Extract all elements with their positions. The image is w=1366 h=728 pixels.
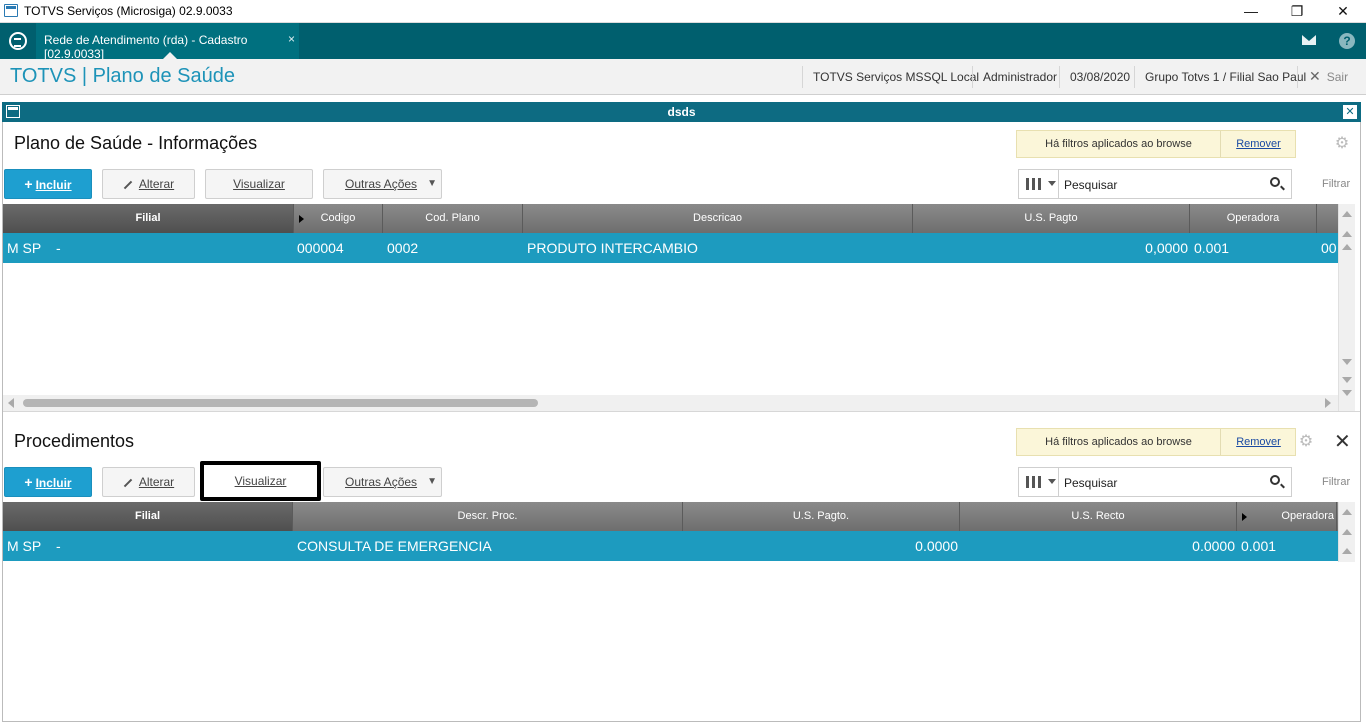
- header-divider: [1297, 66, 1298, 88]
- col-filial[interactable]: Filial: [3, 204, 294, 233]
- app-header: TOTVS | Plano de Saúde TOTVS Serviços MS…: [0, 59, 1366, 95]
- horizontal-scrollbar[interactable]: [3, 395, 1338, 411]
- cell-us-pagto: 0,0000: [1145, 240, 1188, 256]
- tab-close-icon[interactable]: ×: [288, 32, 295, 46]
- filtrar-link[interactable]: Filtrar: [1322, 178, 1350, 190]
- mail-button[interactable]: [1291, 23, 1327, 59]
- search-icon[interactable]: [1270, 177, 1280, 187]
- col-cod-plano[interactable]: Cod. Plano: [383, 204, 523, 233]
- incluir-button[interactable]: + Incluir: [4, 169, 92, 199]
- gear-icon[interactable]: ⚙: [1298, 434, 1314, 450]
- totvs-logo-icon[interactable]: [9, 32, 27, 50]
- filter-message: Há filtros aplicados ao browse: [1045, 138, 1192, 150]
- col-codigo[interactable]: Codigo: [294, 204, 383, 233]
- date-info: 03/08/2020: [1059, 66, 1130, 88]
- tab-rede-atendimento[interactable]: Rede de Atendimento (rda) - Cadastro [02…: [36, 23, 299, 61]
- col-filial-2[interactable]: Filial: [3, 502, 293, 531]
- cell-us-pagto-2: 0.0000: [915, 538, 958, 554]
- window-close-button[interactable]: ✕: [1320, 0, 1366, 23]
- company-info: Grupo Totvs 1 / Filial Sao Paul: [1134, 66, 1306, 88]
- help-icon: ?: [1339, 33, 1355, 49]
- filter-notice-2: Há filtros aplicados ao browse Remover: [1016, 428, 1296, 456]
- help-button[interactable]: ?: [1329, 23, 1365, 59]
- cell-operadora: 0.001: [1194, 240, 1230, 256]
- dialog-body: Plano de Saúde - Informações Há filtros …: [2, 122, 1361, 722]
- window-title: TOTVS Serviços (Microsiga) 02.9.0033: [24, 4, 233, 18]
- minimize-button[interactable]: —: [1228, 0, 1274, 23]
- restore-button[interactable]: ❐: [1274, 0, 1320, 23]
- pencil-icon: [123, 478, 133, 488]
- close-icon: ✕: [1309, 68, 1321, 84]
- outras-acoes-button-2[interactable]: Outras Ações ▼: [323, 467, 442, 497]
- app-window-icon: [4, 4, 18, 17]
- chevron-down-icon: ▼: [427, 178, 437, 189]
- search-box[interactable]: Pesquisar: [1018, 169, 1292, 199]
- search-box-2[interactable]: Pesquisar: [1018, 467, 1292, 497]
- cell-codigo: 000004: [297, 240, 344, 256]
- section-title-plano: Plano de Saúde - Informações: [14, 133, 258, 153]
- plus-icon: +: [24, 176, 33, 192]
- vertical-scrollbar[interactable]: [1338, 204, 1355, 411]
- cell-us-recto: 0.0000: [1192, 538, 1235, 554]
- filter-notice: Há filtros aplicados ao browse Remover: [1016, 130, 1296, 158]
- close-icon[interactable]: ✕: [1334, 432, 1351, 452]
- filter-remove-link[interactable]: Remover: [1220, 131, 1296, 157]
- cell-dash: -: [56, 240, 61, 256]
- dialog-title: dsds: [667, 105, 696, 119]
- exit-button[interactable]: ✕ Sair: [1309, 68, 1348, 85]
- pencil-icon: [123, 180, 133, 190]
- outras-acoes-button[interactable]: Outras Ações ▼: [323, 169, 442, 199]
- cell-descricao: PRODUTO INTERCAMBIO: [527, 240, 698, 256]
- tab-active-caret: [163, 52, 177, 59]
- col-us-pagto[interactable]: U.S. Pagto: [913, 204, 1190, 233]
- alterar-button-2[interactable]: Alterar: [102, 467, 195, 497]
- col-operadora-2[interactable]: Operadora: [1237, 502, 1337, 531]
- incluir-button-2[interactable]: + Incluir: [4, 467, 92, 497]
- columns-selector-2[interactable]: [1019, 468, 1059, 496]
- grid-header-plano: Filial Codigo Cod. Plano Descricao U.S. …: [3, 204, 1339, 233]
- exit-label: Sair: [1326, 70, 1349, 84]
- search-input[interactable]: Pesquisar: [1064, 178, 1117, 192]
- server-info: TOTVS Serviços MSSQL Local: [802, 66, 979, 88]
- table-row[interactable]: M SP - CONSULTA DE EMERGENCIA 0.0000 0.0…: [3, 531, 1338, 561]
- filtrar-link-2[interactable]: Filtrar: [1322, 476, 1350, 488]
- table-row[interactable]: M SP - 000004 0002 PRODUTO INTERCAMBIO 0…: [3, 233, 1338, 263]
- cell-descr-proc: CONSULTA DE EMERGENCIA: [297, 538, 492, 554]
- columns-selector[interactable]: [1019, 170, 1059, 198]
- scroll-thumb[interactable]: [23, 399, 538, 407]
- tab-bar: Rede de Atendimento (rda) - Cadastro [02…: [0, 23, 1366, 61]
- filter-message-2: Há filtros aplicados ao browse: [1045, 436, 1192, 448]
- section-divider: [3, 411, 1360, 412]
- dialog-close-button[interactable]: ✕: [1343, 105, 1357, 119]
- user-info: Administrador: [972, 66, 1057, 88]
- window-title-bar: TOTVS Serviços (Microsiga) 02.9.0033 — ❐…: [0, 0, 1366, 23]
- vertical-scrollbar-2[interactable]: [1338, 502, 1355, 562]
- col-us-pagto-2[interactable]: U.S. Pagto.: [683, 502, 960, 531]
- cell-extra: 00: [1321, 240, 1337, 256]
- cell-cod-plano: 0002: [387, 240, 419, 256]
- col-us-recto[interactable]: U.S. Recto: [960, 502, 1237, 531]
- chevron-down-icon: ▼: [427, 476, 437, 487]
- cell-operadora-2: 0.001: [1241, 538, 1277, 554]
- alterar-button[interactable]: Alterar: [102, 169, 195, 199]
- col-descricao[interactable]: Descricao: [523, 204, 913, 233]
- gear-icon[interactable]: ⚙: [1334, 136, 1350, 152]
- col-descr-proc[interactable]: Descr. Proc.: [293, 502, 683, 531]
- plus-icon: +: [24, 474, 33, 490]
- dialog-title-bar: dsds ✕: [2, 102, 1361, 122]
- col-operadora[interactable]: Operadora: [1190, 204, 1317, 233]
- section-title-procedimentos: Procedimentos: [14, 431, 135, 451]
- filter-remove-link-2[interactable]: Remover: [1220, 429, 1296, 455]
- visualizar-button[interactable]: Visualizar: [205, 169, 313, 199]
- search-input-2[interactable]: Pesquisar: [1064, 476, 1117, 490]
- visualizar-button-2[interactable]: Visualizar: [200, 461, 321, 501]
- cell-filial: M SP: [7, 240, 42, 256]
- mail-icon: [1302, 35, 1316, 45]
- brand-title: TOTVS | Plano de Saúde: [10, 65, 235, 87]
- cell-dash-2: -: [56, 538, 61, 554]
- search-icon[interactable]: [1270, 475, 1280, 485]
- cell-filial-2: M SP: [7, 538, 42, 554]
- grid-header-procedimentos: Filial Descr. Proc. U.S. Pagto. U.S. Rec…: [3, 502, 1339, 531]
